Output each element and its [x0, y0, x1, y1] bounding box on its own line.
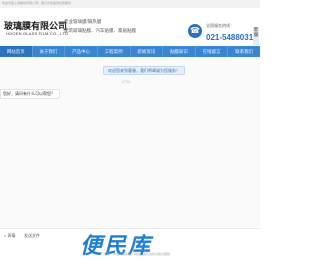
main-nav: 网站首页 关于我们 产品中心 工程案例 新闻资讯 贴膜知识 在线留言 联系我们 [0, 46, 260, 57]
system-message: 欢迎您来到客服，我们将竭诚为您服务！ [103, 66, 185, 75]
hotline-number: 021-54880317 [206, 33, 258, 42]
customer-service-tab[interactable]: 客服 [253, 27, 259, 45]
site-header: 玻璃膜有限公司 HOOEN GLASS FILM CO., LTD. 专业玻璃膜… [0, 8, 260, 46]
nav-item-products[interactable]: 产品中心 [65, 46, 98, 57]
nav-item-knowledge[interactable]: 贴膜知识 [163, 46, 196, 57]
emoji-button[interactable]: < 表情 [4, 232, 15, 239]
nav-item-news[interactable]: 新闻资讯 [131, 46, 164, 57]
nav-item-message[interactable]: 在线留言 [196, 46, 229, 57]
nav-item-about[interactable]: 关于我们 [33, 46, 66, 57]
company-english-name: HOOEN GLASS FILM CO., LTD. [6, 31, 70, 36]
send-file-button[interactable]: 发送文件 [24, 232, 40, 239]
agent-message-bubble: 您好，请问有什么可以帮您？ [0, 89, 60, 99]
slogan-line-2: 建筑玻璃贴膜、汽车贴膜、家居贴膜 [64, 28, 136, 33]
nav-item-contact[interactable]: 联系我们 [228, 46, 260, 57]
message-timestamp: 17:11 [122, 80, 131, 84]
slogan-line-1: 专业玻璃膜/隔热膜 [64, 19, 102, 24]
nav-item-cases[interactable]: 工程案例 [98, 46, 131, 57]
footer-text: 声明：本站内容来源于网络，如有侵权请联系删除 [104, 252, 171, 256]
top-bar-text: 欢迎光临上海玻璃有限公司！我们为您提供优质服务 [2, 1, 72, 5]
chat-window: 欢迎您来到客服，我们将竭诚为您服务！ 17:11 您好，请问有什么可以帮您？ [0, 57, 260, 227]
phone-icon: ☎ [188, 24, 202, 38]
nav-item-home[interactable]: 网站首页 [0, 46, 33, 57]
top-bar: 欢迎光临上海玻璃有限公司！我们为您提供优质服务 [0, 0, 260, 8]
hotline-label: 全国服务热线： [206, 23, 234, 28]
